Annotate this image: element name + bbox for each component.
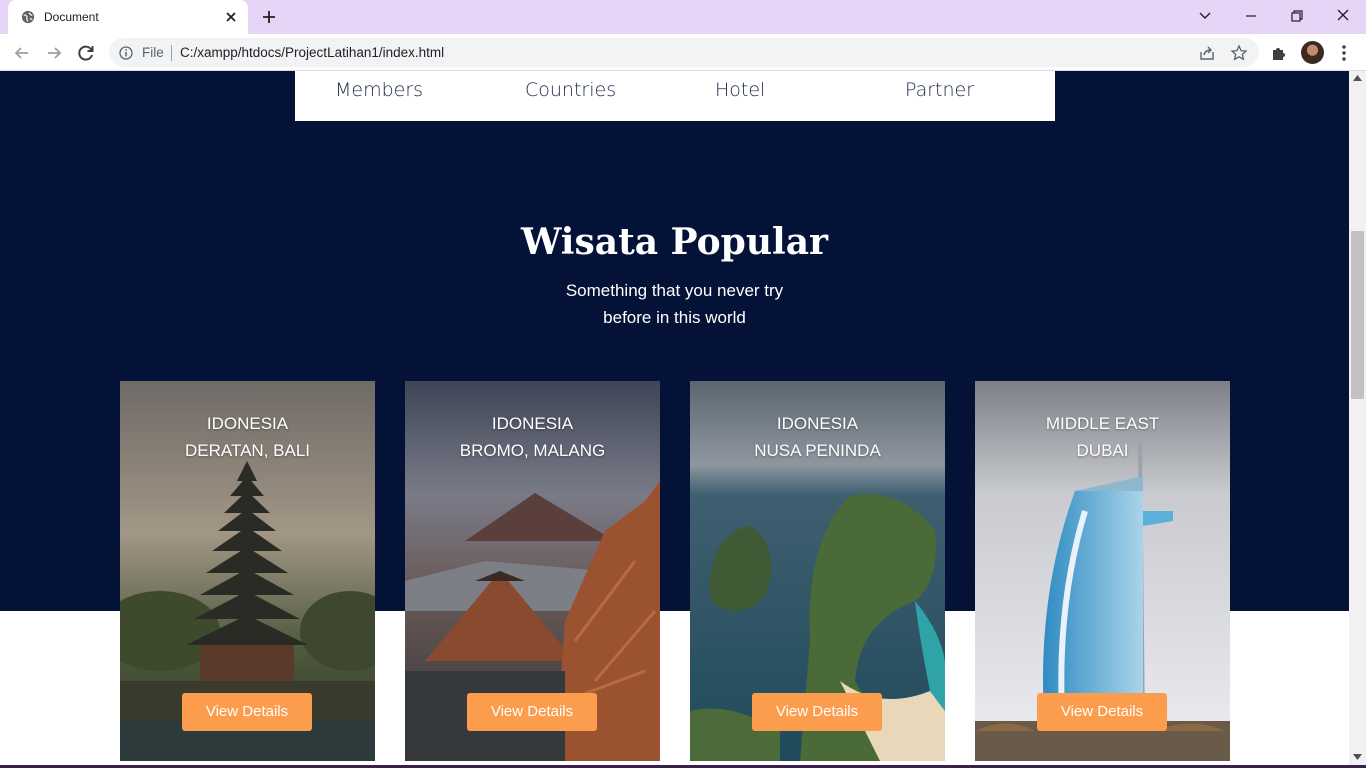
reload-icon[interactable]: [75, 42, 97, 64]
destination-card[interactable]: MIDDLE EAST DUBAI View Details: [975, 381, 1230, 761]
chevron-down-icon[interactable]: [1194, 6, 1216, 26]
browser-tab[interactable]: Document: [8, 0, 248, 34]
vertical-scrollbar[interactable]: [1349, 71, 1366, 768]
destination-card[interactable]: IDONESIA DERATAN, BALI View Details: [120, 381, 375, 761]
card-region: IDONESIA: [206, 414, 289, 433]
browser-tab-strip: Document: [0, 0, 1366, 34]
destination-card[interactable]: IDONESIA BROMO, MALANG View Details: [405, 381, 660, 761]
info-icon[interactable]: [119, 46, 133, 60]
scroll-thumb[interactable]: [1351, 231, 1364, 399]
omnibox-divider: [171, 45, 172, 61]
forward-icon[interactable]: [43, 42, 65, 64]
section-title: Wisata Popular: [521, 221, 828, 263]
section-subtitle-line2: before in this world: [603, 308, 746, 327]
scroll-up-icon[interactable]: [1353, 75, 1362, 81]
section-subtitle-line1: Something that you never try: [565, 281, 784, 300]
restore-icon[interactable]: [1286, 6, 1308, 26]
card-place: DERATAN, BALI: [184, 441, 310, 460]
close-window-icon[interactable]: [1332, 6, 1354, 26]
back-icon[interactable]: [11, 42, 33, 64]
stat-hotel: Hotel: [715, 79, 766, 101]
puzzle-icon[interactable]: [1270, 44, 1288, 62]
stats-bar: Members Countries Hotel Partner: [295, 71, 1055, 121]
card-region: MIDDLE EAST: [1045, 414, 1160, 433]
view-details-button[interactable]: View Details: [467, 693, 597, 731]
view-details-button[interactable]: View Details: [182, 693, 312, 731]
stat-members: Members: [335, 79, 424, 101]
share-icon[interactable]: [1198, 44, 1216, 62]
plus-icon[interactable]: [260, 8, 278, 26]
card-place: NUSA PENINDA: [754, 441, 881, 460]
card-place: DUBAI: [1076, 441, 1129, 460]
destination-card[interactable]: IDONESIA NUSA PENINDA View Details: [690, 381, 945, 761]
view-details-button[interactable]: View Details: [1037, 693, 1167, 731]
page-viewport: Members Countries Hotel Partner Wisata P…: [0, 71, 1349, 768]
address-bar[interactable]: File C:/xampp/htdocs/ProjectLatihan1/ind…: [109, 38, 1259, 67]
card-region: IDONESIA: [491, 414, 574, 433]
avatar[interactable]: [1301, 41, 1324, 64]
star-icon[interactable]: [1230, 44, 1248, 62]
url-text[interactable]: C:/xampp/htdocs/ProjectLatihan1/index.ht…: [180, 45, 444, 60]
view-details-button[interactable]: View Details: [752, 693, 882, 731]
scroll-down-icon[interactable]: [1353, 754, 1362, 760]
close-icon[interactable]: [223, 9, 239, 25]
minimize-icon[interactable]: [1240, 6, 1262, 26]
kebab-menu-icon[interactable]: [1337, 44, 1351, 62]
globe-icon: [21, 10, 35, 24]
stat-countries: Countries: [525, 79, 617, 101]
card-place: BROMO, MALANG: [459, 441, 606, 460]
tab-title: Document: [44, 10, 99, 24]
stat-partner: Partner: [905, 79, 975, 101]
browser-toolbar: File C:/xampp/htdocs/ProjectLatihan1/ind…: [0, 34, 1366, 71]
file-scheme-label: File: [142, 45, 164, 60]
card-region: IDONESIA: [776, 414, 859, 433]
